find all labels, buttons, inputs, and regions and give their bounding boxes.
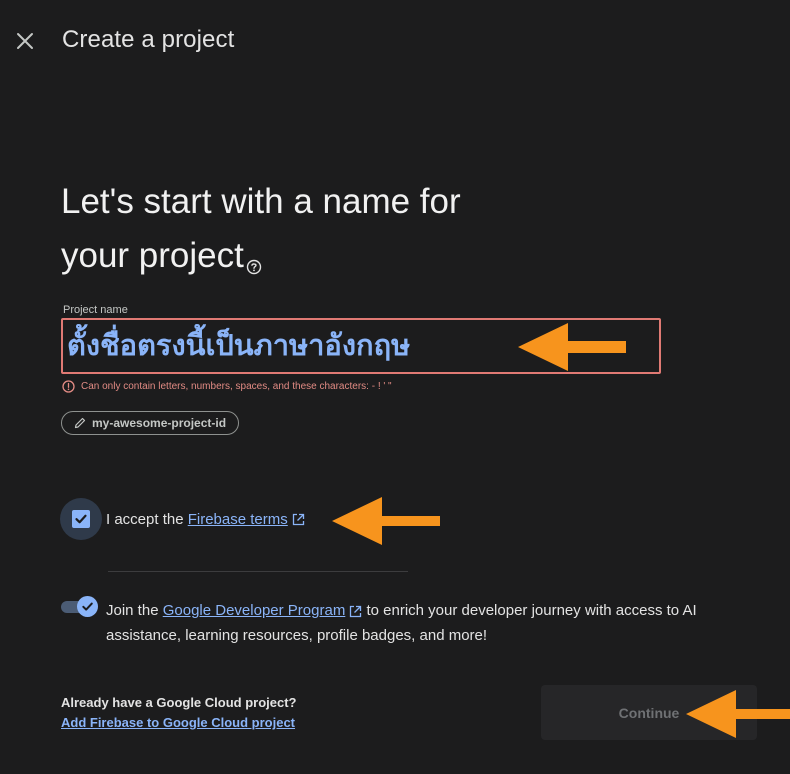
terms-label: I accept the Firebase terms: [106, 511, 305, 528]
google-developer-program-link[interactable]: Google Developer Program: [163, 602, 346, 619]
gdp-toggle[interactable]: [61, 596, 98, 617]
error-icon: [62, 380, 75, 393]
external-link-icon: [350, 605, 362, 617]
project-id-text: my-awesome-project-id: [92, 416, 227, 430]
help-circle-icon[interactable]: [246, 237, 262, 291]
gdp-prefix: Join the: [106, 602, 163, 619]
annotation-arrow-left: [686, 690, 790, 738]
check-icon: [75, 514, 87, 524]
project-name-label: Project name: [63, 304, 128, 316]
close-icon: [17, 33, 33, 49]
external-link-icon: [292, 513, 304, 526]
terms-prefix: I accept the: [106, 511, 188, 528]
gdp-description: Join the Google Developer Program to enr…: [106, 598, 766, 648]
annotation-arrow-left: [518, 323, 626, 371]
cloud-project-question: Already have a Google Cloud project?: [61, 695, 297, 710]
project-name-error: Can only contain letters, numbers, space…: [62, 380, 392, 393]
add-firebase-to-cloud-link[interactable]: Add Firebase to Google Cloud project: [61, 715, 295, 730]
close-button[interactable]: [13, 29, 37, 53]
headline: Let's start with a name for your project: [61, 175, 541, 291]
create-project-page: Create a project Let's start with a name…: [0, 0, 790, 774]
toggle-knob: [77, 596, 98, 617]
divider: [108, 571, 408, 572]
firebase-terms-link[interactable]: Firebase terms: [188, 511, 288, 528]
page-title: Create a project: [62, 26, 235, 53]
error-text: Can only contain letters, numbers, space…: [81, 381, 392, 392]
headline-line-1: Let's start with a name for: [61, 182, 461, 221]
terms-checkbox[interactable]: [60, 498, 102, 540]
headline-line-2-text: your project: [61, 236, 244, 275]
checkbox-box: [72, 510, 90, 528]
project-id-chip[interactable]: my-awesome-project-id: [61, 411, 240, 435]
headline-line-2: your project: [61, 229, 541, 291]
annotation-arrow-left: [332, 497, 440, 545]
check-icon: [82, 602, 93, 611]
pencil-icon: [74, 417, 86, 429]
